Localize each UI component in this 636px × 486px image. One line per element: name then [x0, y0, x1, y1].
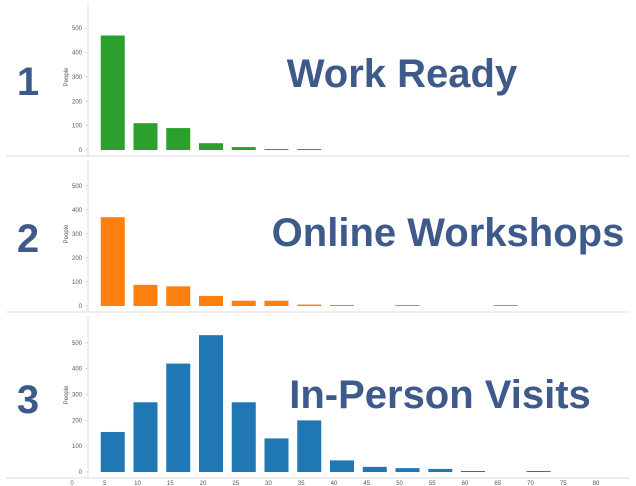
- bar-online-workshops-10: [133, 284, 158, 306]
- y-tick-label: 400: [72, 51, 83, 57]
- bar-in-person-visits-40: [330, 460, 354, 472]
- y-tick-label: 300: [72, 75, 83, 81]
- bar-online-workshops-20: [199, 295, 223, 306]
- bar-work-ready-25: [231, 147, 256, 150]
- y-tick-label: 100: [72, 444, 83, 450]
- panel-number: 2: [17, 217, 39, 261]
- bar-in-person-visits-70: [526, 471, 551, 472]
- x-tick-label: 60: [462, 481, 469, 486]
- panel-title: Work Ready: [287, 52, 518, 96]
- y-axis-label: People: [64, 67, 70, 86]
- x-tick-label: 45: [363, 481, 370, 486]
- x-axis: 0 5 10 15 20 25 30 35 40 45 50 55 60 65 70 75 80: [70, 481, 600, 486]
- x-tick-label: 0: [70, 481, 74, 486]
- bar-in-person-visits-30: [264, 438, 289, 472]
- y-tick-label: 0: [79, 304, 83, 310]
- bar-work-ready-5: [100, 35, 125, 151]
- panel-title: In-Person Visits: [289, 373, 591, 417]
- bar-online-workshops-5: [100, 217, 125, 306]
- panel-number: 3: [17, 378, 39, 422]
- bar-work-ready-15: [166, 128, 191, 150]
- chart-figure: 0100200300400500People1 Work Ready0100200…: [6, 2, 630, 486]
- y-tick-label: 0: [79, 470, 83, 476]
- x-tick-label: 55: [429, 481, 436, 486]
- y-tick-label: 400: [72, 367, 83, 373]
- bar-work-ready-30: [264, 149, 289, 150]
- bar-in-person-visits-15: [166, 363, 191, 472]
- bar-work-ready-10: [133, 123, 158, 150]
- bar-in-person-visits-10: [133, 402, 158, 472]
- y-axis-label: People: [64, 224, 70, 243]
- x-tick-label: 50: [396, 481, 403, 486]
- x-tick-label: 40: [331, 481, 338, 486]
- bar-in-person-visits-45: [362, 466, 387, 472]
- y-axis-label: People: [64, 385, 70, 404]
- y-tick-label: 500: [72, 184, 83, 190]
- bar-in-person-visits-35: [297, 420, 322, 472]
- x-tick-label: 35: [298, 481, 305, 486]
- bar-online-workshops-50: [395, 305, 420, 306]
- y-tick-label: 300: [72, 393, 83, 399]
- x-tick-label: 5: [103, 481, 107, 486]
- y-tick-label: 0: [79, 148, 83, 154]
- x-tick-label: 75: [560, 481, 567, 486]
- y-tick-label: 400: [72, 208, 83, 214]
- bar-online-workshops-30: [264, 300, 289, 306]
- bar-online-workshops-65: [493, 305, 518, 306]
- bar-online-workshops-35: [297, 304, 322, 306]
- bar-in-person-visits-55: [428, 468, 453, 472]
- bar-online-workshops-25: [231, 300, 256, 306]
- x-tick-label: 20: [200, 481, 207, 486]
- bar-work-ready-35: [297, 149, 322, 150]
- y-tick-label: 300: [72, 232, 83, 238]
- bar-work-ready-20: [199, 143, 223, 150]
- bar-in-person-visits-5: [100, 431, 125, 472]
- x-tick-label: 30: [265, 481, 272, 486]
- bar-in-person-visits-50: [395, 468, 420, 472]
- bar-in-person-visits-20: [199, 335, 223, 472]
- y-tick-label: 500: [72, 26, 83, 32]
- x-tick-label: 65: [494, 481, 501, 486]
- y-tick-label: 500: [72, 341, 83, 347]
- x-tick-label: 70: [527, 481, 534, 486]
- y-tick-label: 200: [72, 99, 83, 105]
- x-tick-label: 15: [167, 481, 174, 486]
- chart-panel-3: 0 100 200 300 400 500 People 3 In-Person Visits: [6, 316, 630, 479]
- panel-number: 1: [17, 60, 39, 104]
- x-tick-label: 80: [593, 481, 600, 486]
- y-tick-label: 100: [72, 280, 83, 286]
- bar-in-person-visits-60: [461, 471, 485, 472]
- bar-online-workshops-15: [166, 286, 191, 306]
- chart-panel-1: 0 100 200 300 400 500 People 1 Work Ready: [6, 2, 630, 157]
- y-tick-label: 100: [72, 124, 83, 130]
- bar-online-workshops-40: [330, 305, 354, 306]
- panel-title: Online Workshops: [272, 211, 625, 255]
- y-tick-label: 200: [72, 256, 83, 262]
- x-tick-label: 25: [232, 481, 239, 486]
- chart-panel-2: 0 100 200 300 400 500 People 2 Online Workshops: [6, 160, 630, 313]
- bar-in-person-visits-25: [231, 402, 256, 472]
- x-tick-label: 10: [134, 481, 141, 486]
- y-tick-label: 200: [72, 418, 83, 424]
